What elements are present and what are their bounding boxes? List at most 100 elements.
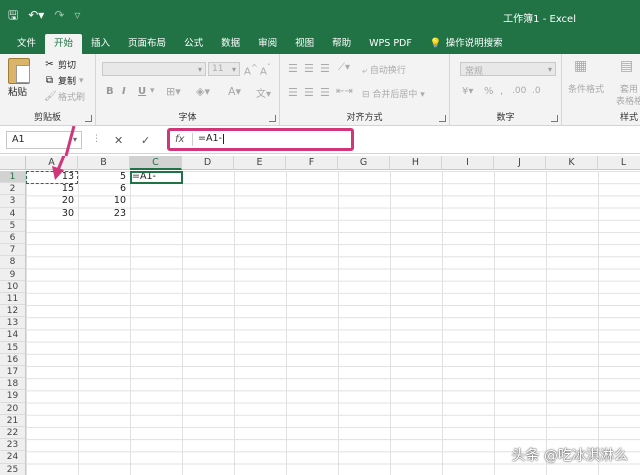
clipboard-group: 粘贴 ✂ 剪切 ⧉ 复制 ▾ 🖌 格式刷 剪贴板 bbox=[0, 54, 96, 126]
wrap-text-button[interactable]: ⤶ 自动换行 bbox=[362, 63, 406, 76]
tab-view[interactable]: 视图 bbox=[286, 34, 323, 54]
merge-center-button[interactable]: ⊟ 合并后居中 ▾ bbox=[362, 87, 425, 100]
merge-icon: ⊟ bbox=[362, 90, 373, 100]
cut-label: 剪切 bbox=[58, 61, 77, 71]
chevron-down-icon: ▾ bbox=[547, 65, 552, 74]
increase-font-icon[interactable]: A^ bbox=[244, 62, 258, 77]
tab-help[interactable]: 帮助 bbox=[323, 34, 360, 54]
table-format-button-line2[interactable]: 表格格式 bbox=[616, 94, 640, 107]
styles-group-label: 样式 bbox=[619, 113, 638, 123]
more-icon: ⋮ bbox=[92, 134, 101, 144]
formula-input[interactable]: =A1- bbox=[198, 133, 224, 144]
formula-highlight-box: fx =A1- bbox=[167, 128, 354, 151]
copy-label: 复制 bbox=[58, 77, 77, 87]
window-title: 工作簿1 - Excel bbox=[503, 14, 576, 25]
chevron-down-icon: ▾ bbox=[417, 90, 425, 100]
name-box-value: A1 bbox=[12, 134, 25, 145]
decrease-decimal-icon[interactable]: .0 bbox=[532, 86, 541, 96]
chevron-down-icon: ▾ bbox=[231, 65, 236, 74]
percent-icon[interactable]: % bbox=[484, 86, 494, 97]
brush-icon: 🖌 bbox=[44, 91, 57, 102]
font-color-icon[interactable]: A▾ bbox=[228, 85, 241, 98]
tab-review[interactable]: 审阅 bbox=[249, 34, 286, 54]
merge-center-label: 合并后居中 bbox=[372, 90, 418, 100]
align-left-icon[interactable]: ☰ bbox=[288, 86, 298, 99]
font-name-select[interactable]: ▾ bbox=[102, 62, 206, 76]
customize-icon[interactable]: ▿ bbox=[74, 8, 80, 22]
spreadsheet-grid: ABCDEFGHIJKL 1 2 3 4 5 6 7 8 9 10 11 12 13 14 15 16 17 18… bbox=[0, 156, 640, 475]
lightbulb-icon: 💡 bbox=[429, 38, 442, 49]
tab-wps-pdf[interactable]: WPS PDF bbox=[360, 34, 421, 54]
alignment-group-label: 对齐方式 bbox=[346, 113, 383, 123]
comma-icon[interactable]: , bbox=[500, 86, 503, 97]
tab-file[interactable]: 文件 bbox=[8, 34, 45, 54]
insert-function-icon[interactable]: fx bbox=[175, 134, 184, 145]
font-group: ▾ 11 ▾ A^ Aˇ B I U ▾ ⊞▾ ◈▾ A▾ 文▾ 字体 bbox=[96, 54, 280, 126]
dialog-launcher-icon[interactable] bbox=[551, 115, 558, 122]
tab-formulas[interactable]: 公式 bbox=[175, 34, 212, 54]
number-group-label: 数字 bbox=[496, 113, 515, 123]
cut-button[interactable]: ✂ 剪切 bbox=[44, 58, 76, 71]
align-top-icon[interactable]: ☰ bbox=[288, 62, 298, 75]
fill-color-icon[interactable]: ◈▾ bbox=[196, 85, 210, 98]
orientation-icon[interactable]: ⟋▾ bbox=[338, 62, 350, 73]
dialog-launcher-icon[interactable] bbox=[85, 115, 92, 122]
number-format-select[interactable]: 常规 ▾ bbox=[460, 62, 556, 77]
clipboard-group-label: 剪贴板 bbox=[33, 113, 61, 123]
alignment-group: ☰ ☰ ☰ ⟋▾ ⤶ 自动换行 ☰ ☰ ☰ ⇤⇥ ⊟ 合并后居中 ▾ 对齐方式 bbox=[280, 54, 450, 126]
format-painter-button[interactable]: 🖌 格式刷 bbox=[44, 90, 85, 103]
copy-button[interactable]: ⧉ 复制 ▾ bbox=[44, 74, 84, 87]
arrow-head bbox=[52, 166, 64, 180]
chevron-down-icon: ▾ bbox=[72, 135, 77, 144]
tab-page-layout[interactable]: 页面布局 bbox=[119, 34, 175, 54]
styles-group: ▦ 条件格式 ▤ 套用 表格格式 样式 bbox=[562, 54, 640, 126]
paste-button[interactable]: 粘贴 bbox=[8, 84, 27, 98]
decrease-indent-icon[interactable]: ⇤⇥ bbox=[336, 86, 353, 97]
font-size-select[interactable]: 11 ▾ bbox=[208, 62, 240, 76]
dialog-launcher-icon[interactable] bbox=[439, 115, 446, 122]
name-box[interactable]: A1 ▾ bbox=[6, 131, 82, 149]
align-center-icon[interactable]: ☰ bbox=[304, 86, 314, 99]
number-format-value: 常规 bbox=[465, 67, 484, 77]
font-size-value: 11 bbox=[212, 64, 224, 74]
chevron-down-icon[interactable]: ▾ bbox=[150, 86, 155, 96]
tab-home[interactable]: 开始 bbox=[45, 34, 83, 54]
decrease-font-icon[interactable]: Aˇ bbox=[260, 62, 271, 77]
tab-data[interactable]: 数据 bbox=[212, 34, 249, 54]
ribbon-tabs: 文件 开始 插入 页面布局 公式 数据 审阅 视图 帮助 WPS PDF 💡 操作… bbox=[0, 32, 640, 54]
tab-insert[interactable]: 插入 bbox=[82, 34, 119, 54]
paste-icon[interactable] bbox=[8, 58, 30, 84]
annotation-arrow bbox=[52, 156, 66, 180]
ribbon: 粘贴 ✂ 剪切 ⧉ 复制 ▾ 🖌 格式刷 剪贴板 ▾ 11 ▾ A^ Aˇ B … bbox=[0, 54, 640, 126]
currency-icon[interactable]: ¥▾ bbox=[462, 86, 473, 97]
dialog-launcher-icon[interactable] bbox=[269, 115, 276, 122]
align-bottom-icon[interactable]: ☰ bbox=[320, 62, 330, 75]
enter-icon[interactable]: ✓ bbox=[141, 134, 150, 147]
save-icon[interactable]: 🖫 bbox=[8, 8, 18, 22]
redo-icon[interactable]: ↷ bbox=[54, 8, 64, 22]
watermark: 头条 @吃冰淇淋么 bbox=[511, 448, 628, 464]
italic-button[interactable]: I bbox=[122, 86, 126, 97]
conditional-format-icon[interactable]: ▦ bbox=[574, 58, 587, 74]
separator bbox=[192, 133, 193, 146]
increase-decimal-icon[interactable]: .00 bbox=[512, 86, 526, 96]
text-cursor bbox=[222, 133, 224, 144]
bold-button[interactable]: B bbox=[106, 86, 114, 97]
quick-access-toolbar: 🖫 ↶▾ ↷ ▿ bbox=[8, 8, 80, 22]
table-format-icon[interactable]: ▤ bbox=[620, 58, 633, 74]
phonetic-icon[interactable]: 文▾ bbox=[256, 85, 271, 100]
copy-icon: ⧉ bbox=[45, 75, 54, 86]
undo-icon[interactable]: ↶▾ bbox=[28, 8, 44, 22]
scissors-icon: ✂ bbox=[45, 59, 54, 70]
formula-bar: A1 ▾ ⋮ ✕ ✓ fx =A1- bbox=[0, 126, 640, 154]
format-painter-label: 格式刷 bbox=[58, 93, 86, 103]
formula-text: =A1- bbox=[198, 133, 222, 144]
underline-button[interactable]: U bbox=[138, 86, 146, 97]
border-icon[interactable]: ⊞▾ bbox=[166, 85, 181, 98]
tell-me-search[interactable]: 💡 操作说明搜索 bbox=[421, 34, 512, 54]
wrap-text-icon: ⤶ bbox=[362, 66, 370, 76]
align-middle-icon[interactable]: ☰ bbox=[304, 62, 314, 75]
align-right-icon[interactable]: ☰ bbox=[320, 86, 330, 99]
conditional-format-button[interactable]: 条件格式 bbox=[568, 82, 604, 95]
cancel-icon[interactable]: ✕ bbox=[114, 134, 123, 147]
